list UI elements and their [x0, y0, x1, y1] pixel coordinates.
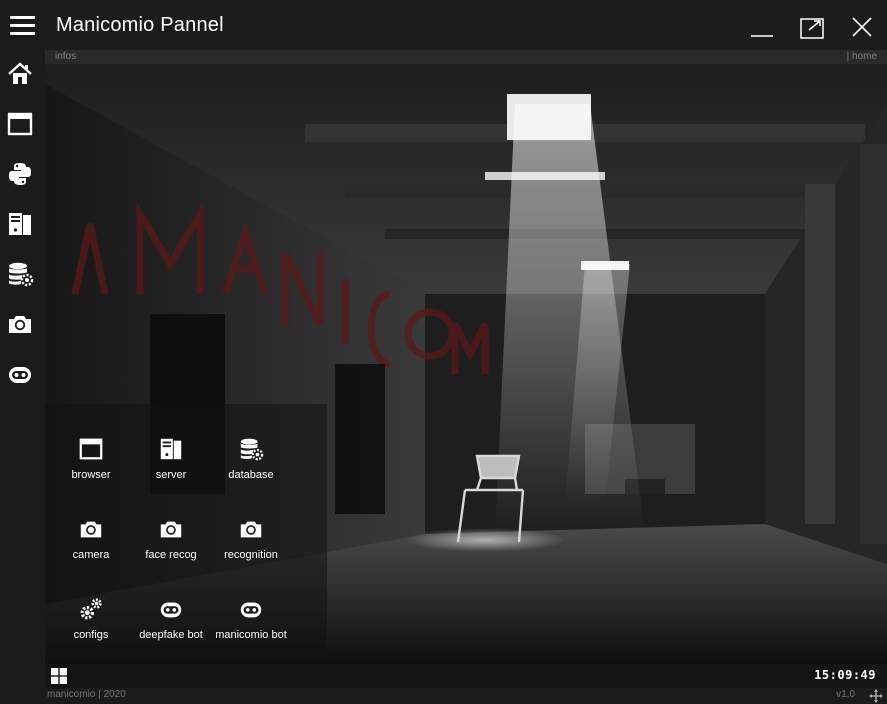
tile-camera[interactable]: camera: [51, 516, 131, 586]
menu-hamburger-icon[interactable]: [10, 16, 35, 36]
taskbar-clock: 15:09:49: [814, 668, 876, 682]
tile-face-recog[interactable]: face recog: [131, 516, 211, 586]
tile-server[interactable]: server: [131, 436, 211, 506]
sidebar-item-browser[interactable]: [6, 110, 36, 140]
maximize-button[interactable]: [792, 10, 832, 44]
minimize-button[interactable]: [742, 10, 782, 44]
database-gear-icon: [9, 262, 34, 287]
tile-label: deepfake bot: [139, 629, 203, 641]
tile-label: configs: [73, 629, 109, 641]
status-footer: manicomio | 2020 v1.0: [45, 688, 887, 704]
home-icon: [8, 62, 32, 84]
tile-configs[interactable]: configs: [51, 596, 131, 664]
info-bar: infos | home: [45, 50, 887, 64]
sidebar-item-server[interactable]: [6, 210, 36, 240]
gears-icon: [80, 598, 102, 620]
sidebar: [0, 50, 45, 704]
tile-label: camera: [72, 549, 110, 561]
version-label: v1.0: [836, 689, 855, 700]
python-icon: [9, 163, 31, 185]
camera-icon: [160, 521, 182, 538]
server-icon: [9, 213, 31, 235]
desktop-area: browser server database camera face reco…: [45, 64, 887, 664]
close-button[interactable]: [842, 10, 882, 44]
camera-icon: [80, 521, 102, 538]
browser-window-icon: [7, 112, 33, 136]
windows-start-icon[interactable]: [51, 668, 67, 684]
tile-label: face recog: [145, 549, 197, 561]
move-handle-icon[interactable]: [869, 689, 883, 703]
tile-label: recognition: [224, 549, 278, 561]
minimize-icon: [751, 35, 773, 37]
server-icon: [160, 438, 182, 460]
camera-icon: [9, 316, 31, 333]
tile-browser[interactable]: browser: [51, 436, 131, 506]
taskbar: 15:09:49: [45, 664, 887, 688]
sidebar-item-python[interactable]: [6, 160, 36, 190]
robot-icon: [160, 602, 182, 618]
home-breadcrumb[interactable]: | home: [847, 51, 877, 62]
window-title: Manicomio Pannel: [56, 14, 224, 36]
maximize-icon: [800, 18, 824, 39]
tile-label: database: [228, 469, 274, 481]
sidebar-item-database[interactable]: [6, 260, 36, 290]
tile-database[interactable]: database: [211, 436, 291, 506]
app-tiles-panel: browser server database camera face reco…: [45, 404, 327, 664]
tile-label: server: [155, 469, 187, 481]
sidebar-item-home[interactable]: [6, 60, 36, 90]
tile-recognition[interactable]: recognition: [211, 516, 291, 586]
robot-icon: [9, 367, 31, 383]
database-gear-icon: [240, 438, 264, 461]
footer-copyright: manicomio | 2020: [47, 689, 126, 700]
camera-icon: [240, 521, 262, 538]
tile-label: browser: [71, 469, 111, 481]
title-bar: Manicomio Pannel: [0, 0, 887, 50]
close-icon: [852, 17, 872, 37]
tile-label: manicomio bot: [215, 629, 287, 641]
robot-icon: [240, 602, 262, 618]
tile-deepfake-bot[interactable]: deepfake bot: [131, 596, 211, 664]
tile-manicomio-bot[interactable]: manicomio bot: [211, 596, 291, 664]
sidebar-item-robot[interactable]: [6, 360, 36, 390]
browser-window-icon: [79, 438, 103, 460]
infos-label: infos: [55, 51, 77, 62]
sidebar-item-camera[interactable]: [6, 310, 36, 340]
